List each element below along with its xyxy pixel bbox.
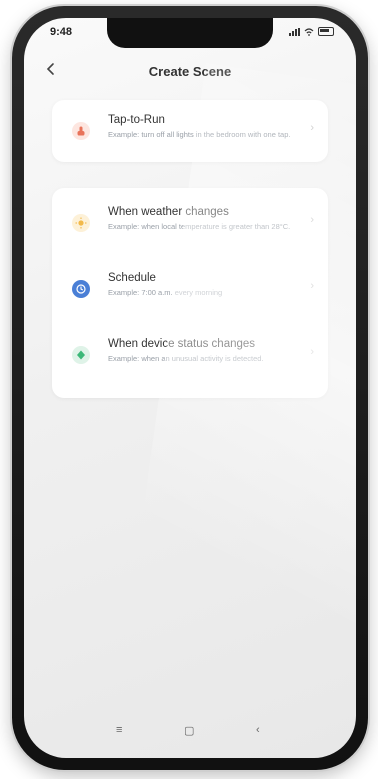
hand-tap-icon	[72, 122, 90, 140]
option-title: When weather changes	[108, 206, 229, 218]
stage: 9:48 Create Scene Tap-to-Run Example: tu…	[0, 0, 378, 779]
option-description: Example: when an unusual activity is det…	[108, 354, 264, 363]
option-description: Example: when local temperature is great…	[108, 222, 291, 231]
option-description: Example: 7:00 a.m. every morning	[108, 288, 223, 297]
chevron-right-icon: ›	[310, 280, 314, 292]
device-icon	[72, 346, 90, 364]
option-schedule[interactable]: Schedule Example: 7:00 a.m. every mornin…	[52, 258, 328, 320]
chevron-right-icon: ›	[310, 214, 314, 226]
option-title: When device status changes	[108, 338, 256, 350]
phone-frame: 9:48 Create Scene Tap-to-Run Example: tu…	[12, 6, 368, 770]
phone-notch	[107, 18, 273, 48]
nav-header: Create Scene	[24, 58, 356, 88]
clock-icon	[72, 280, 90, 298]
system-back-button[interactable]: ‹	[256, 724, 260, 736]
chevron-right-icon: ›	[310, 346, 314, 358]
status-time: 9:48	[50, 26, 73, 38]
option-title: Tap-to-Run	[108, 114, 165, 126]
wifi-icon	[304, 28, 314, 36]
chevron-right-icon: ›	[310, 122, 314, 134]
phone-screen: 9:48 Create Scene Tap-to-Run Example: tu…	[24, 18, 356, 758]
sun-icon	[72, 214, 90, 232]
status-icons	[289, 27, 334, 36]
battery-icon	[318, 27, 334, 36]
menu-button[interactable]: ≡	[116, 724, 122, 736]
signal-icon	[289, 28, 300, 36]
option-tap-to-run[interactable]: Tap-to-Run Example: turn off all lights …	[52, 100, 328, 162]
home-button[interactable]: ▢	[184, 724, 194, 737]
card-automation: When weather changes Example: when local…	[52, 188, 328, 398]
system-nav-bar: ≡ ▢ ‹	[24, 718, 356, 748]
option-description: Example: turn off all lights in the bedr…	[108, 130, 291, 139]
option-weather[interactable]: When weather changes Example: when local…	[52, 192, 328, 254]
page-title: Create Scene	[148, 64, 232, 79]
card-manual: Tap-to-Run Example: turn off all lights …	[52, 100, 328, 162]
option-title: Schedule	[108, 272, 156, 284]
screen-glare	[108, 63, 356, 758]
option-device-status[interactable]: When device status changes Example: when…	[52, 324, 328, 386]
